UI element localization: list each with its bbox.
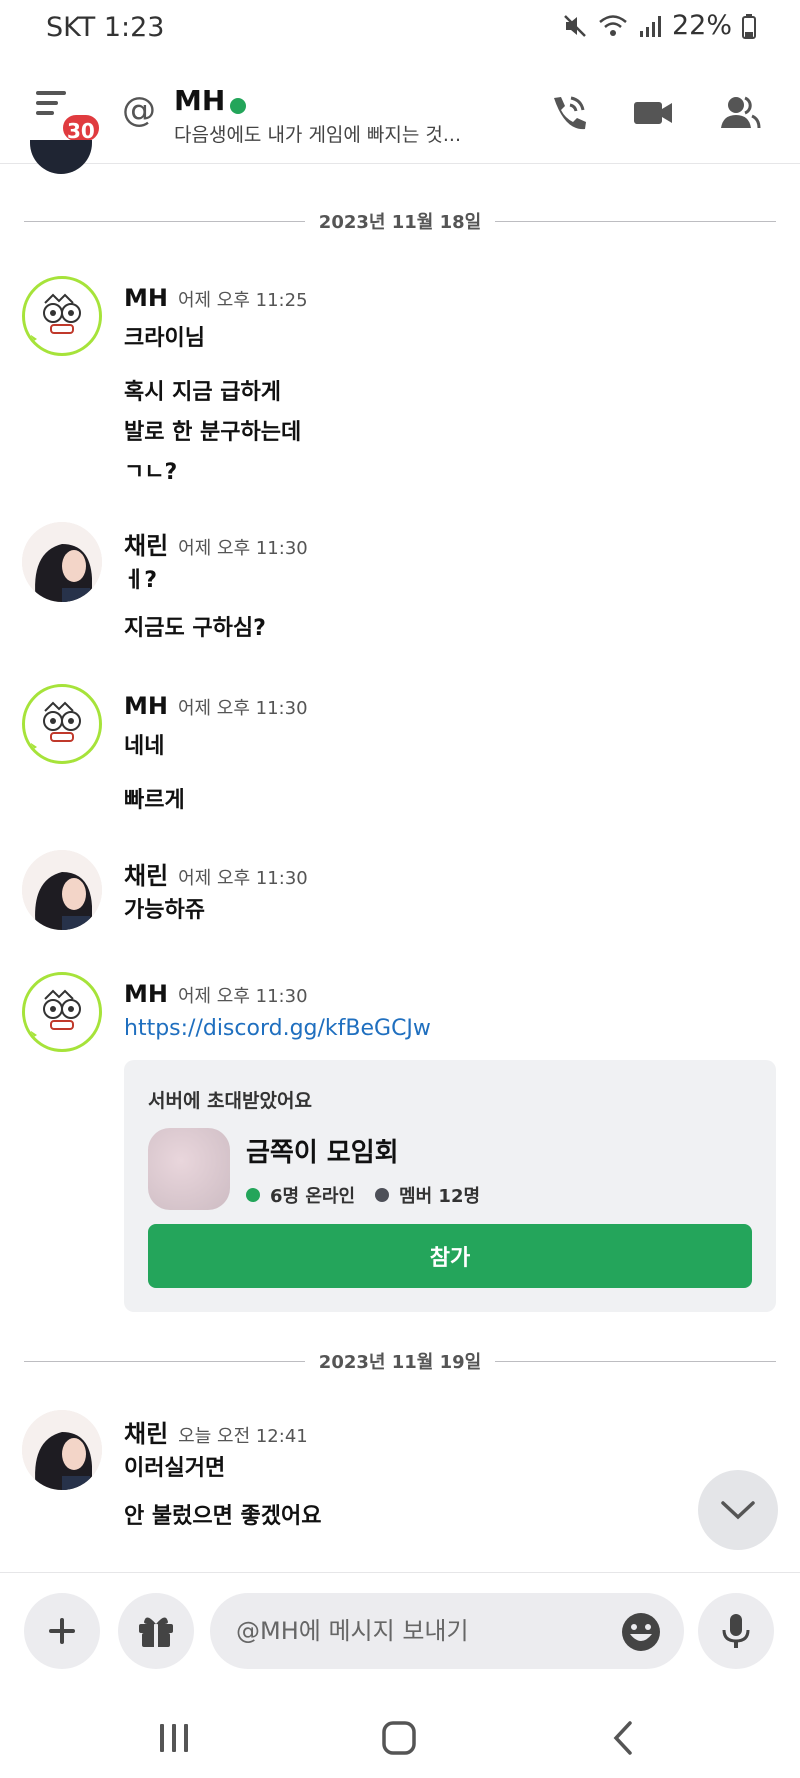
members-dot: [375, 1188, 390, 1202]
back-icon[interactable]: [608, 1720, 638, 1756]
voice-message-button[interactable]: [698, 1593, 774, 1669]
plus-icon: [49, 1618, 75, 1644]
message-author[interactable]: 채린 어제 오후 11:30: [124, 856, 308, 891]
mute-icon: [564, 14, 586, 37]
avatar-image: [22, 850, 102, 930]
microphone-icon: [722, 1614, 750, 1648]
avatar-image: [22, 522, 102, 602]
avatar-image: [31, 701, 81, 751]
online-status-indicator: [230, 98, 246, 114]
server-icon[interactable]: [148, 1128, 230, 1210]
message-text: ㄱㄴ?: [124, 460, 178, 485]
message-text: ㅔ?: [124, 568, 158, 593]
message-text: 크라이님: [124, 326, 205, 351]
avatar-image: [31, 989, 81, 1039]
signal-icon: [639, 15, 661, 37]
emoji-icon: [622, 1613, 660, 1651]
server-invite-card: 서버에 초대받았어요 금쪽이 모임회 6명 온라인 멤버 12명 참가: [124, 1060, 776, 1312]
avatar[interactable]: [22, 276, 102, 356]
avatar[interactable]: [22, 684, 102, 764]
online-dot: [246, 1188, 260, 1202]
message-text: 혹시 지금 급하게: [124, 380, 281, 405]
menu-button[interactable]: 30: [30, 91, 102, 144]
server-stats: 6명 온라인 멤버 12명: [246, 1182, 480, 1208]
avatar-image: [31, 293, 81, 343]
system-navigation-bar: [0, 1692, 800, 1778]
message-author[interactable]: 채린 어제 오후 11:30: [124, 526, 308, 561]
avatar[interactable]: [22, 972, 102, 1052]
gift-button[interactable]: [118, 1593, 194, 1669]
avatar[interactable]: [22, 522, 102, 602]
video-icon[interactable]: [632, 92, 676, 134]
at-icon: @: [122, 90, 156, 130]
home-icon[interactable]: [380, 1720, 418, 1756]
message-text: 가능하쥬: [124, 898, 205, 923]
status-time: SKT 1:23: [46, 12, 165, 43]
message-text: 네네: [124, 734, 165, 759]
members-icon[interactable]: [718, 92, 762, 134]
message-author[interactable]: 채린 오늘 오전 12:41: [124, 1414, 308, 1449]
avatar-partial: [30, 140, 92, 174]
invite-title: 서버에 초대받았어요: [148, 1090, 312, 1112]
message-text: 지금도 구하심?: [124, 616, 266, 641]
dm-header: 30 @ MH 다음생에도 내가 게임에 빠지는 것...: [0, 56, 800, 164]
recent-apps-icon[interactable]: [156, 1720, 192, 1756]
call-icon[interactable]: [546, 92, 588, 134]
channel-name[interactable]: MH: [174, 84, 225, 117]
online-count: 6명 온라인: [270, 1186, 356, 1207]
avatar-image: [22, 1410, 102, 1490]
emoji-button[interactable]: [620, 1611, 662, 1657]
message-text: 빠르게: [124, 788, 185, 813]
message-text: 안 불렀으면 좋겠어요: [124, 1504, 322, 1529]
battery-icon: [742, 13, 756, 39]
date-divider: 2023년 11월 19일: [24, 1346, 777, 1376]
message-text: 이러실거면: [124, 1456, 226, 1481]
add-attachment-button[interactable]: [24, 1593, 100, 1669]
message-author[interactable]: MH 어제 오후 11:25: [124, 284, 308, 312]
server-name[interactable]: 금쪽이 모임회: [246, 1132, 399, 1169]
invite-link[interactable]: https://discord.gg/kfBeGCJw: [124, 1016, 431, 1041]
message-author[interactable]: MH 어제 오후 11:30: [124, 980, 308, 1008]
member-count: 멤버 12명: [399, 1186, 481, 1207]
message-text: 발로 한 분구하는데: [124, 420, 302, 445]
date-divider: 2023년 11월 18일: [24, 206, 777, 236]
gift-icon: [139, 1617, 173, 1647]
message-input[interactable]: [210, 1593, 684, 1669]
message-author[interactable]: MH 어제 오후 11:30: [124, 692, 308, 720]
battery-percent: 22%: [671, 10, 732, 41]
chevron-down-icon: [721, 1501, 755, 1520]
message-composer: [0, 1572, 800, 1692]
custom-status: 다음생에도 내가 게임에 빠지는 것...: [174, 124, 461, 146]
avatar[interactable]: [22, 850, 102, 930]
jump-to-bottom-button[interactable]: [698, 1470, 778, 1550]
status-bar: SKT 1:23 22%: [0, 0, 800, 56]
join-button[interactable]: 참가: [148, 1224, 752, 1288]
wifi-icon: [599, 14, 627, 36]
avatar[interactable]: [22, 1410, 102, 1490]
